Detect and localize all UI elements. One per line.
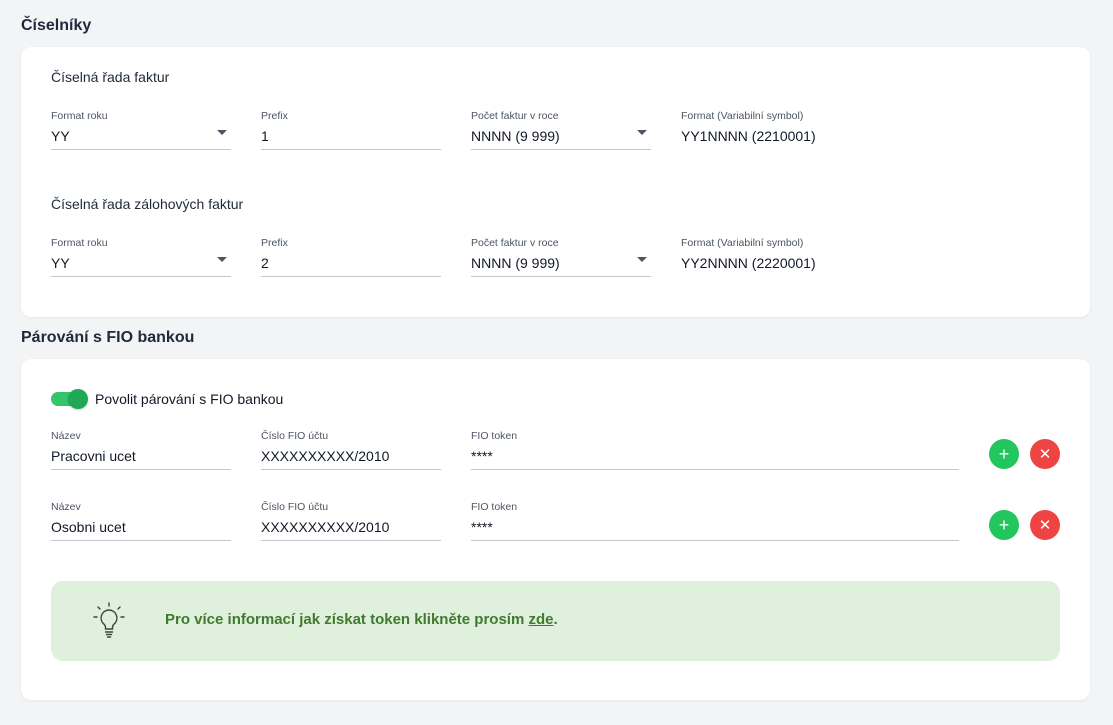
- plus-icon: +: [998, 515, 1010, 535]
- account-name-input[interactable]: Název Osobni ucet: [51, 501, 231, 541]
- info-message: Pro více informací jak získat token klik…: [165, 611, 529, 628]
- count-label: Počet faktur v roce: [471, 237, 559, 249]
- toggle-knob: [68, 389, 88, 409]
- remove-account-button[interactable]: ✕: [1030, 439, 1060, 469]
- add-account-button[interactable]: +: [989, 439, 1019, 469]
- invoice-prefix-input[interactable]: Prefix 1: [261, 110, 441, 150]
- fio-token-input[interactable]: FIO token ****: [471, 501, 959, 541]
- format-value: YY1NNNN (2210001): [681, 128, 816, 144]
- fio-token-label: FIO token: [471, 430, 518, 442]
- account-name-label: Název: [51, 501, 81, 513]
- info-suffix: .: [553, 611, 558, 628]
- advance-format-display: Format (Variabilní symbol) YY2NNNN (2220…: [681, 237, 901, 277]
- count-value: NNNN (9 999): [471, 255, 560, 271]
- fio-token-input[interactable]: FIO token ****: [471, 430, 959, 470]
- info-link[interactable]: zde: [528, 611, 553, 628]
- add-account-button[interactable]: +: [989, 510, 1019, 540]
- account-name-value: Osobni ucet: [51, 519, 126, 535]
- fio-pairing-toggle-label: Povolit párování s FIO bankou: [95, 391, 284, 407]
- advance-year-format-select[interactable]: Format roku YY: [51, 237, 231, 277]
- invoice-count-select[interactable]: Počet faktur v roce NNNN (9 999): [471, 110, 651, 150]
- close-icon: ✕: [1038, 445, 1052, 463]
- advance-prefix-input[interactable]: Prefix 2: [261, 237, 441, 277]
- chevron-down-icon: [637, 130, 647, 135]
- year-format-label: Format roku: [51, 110, 108, 122]
- account-number-label: Číslo FIO účtu: [261, 501, 329, 513]
- account-name-label: Název: [51, 430, 81, 442]
- account-number-value: XXXXXXXXXX/2010: [261, 519, 390, 535]
- fio-section-title: Párování s FIO bankou: [21, 329, 195, 346]
- year-format-value: YY: [51, 255, 70, 271]
- fio-card: Povolit párování s FIO bankou Název Prac…: [21, 359, 1090, 700]
- info-text: Pro více informací jak získat token klik…: [165, 611, 558, 628]
- invoice-series-title: Číselná řada faktur: [51, 69, 170, 85]
- format-label: Format (Variabilní symbol): [681, 237, 804, 249]
- invoice-year-format-select[interactable]: Format roku YY: [51, 110, 231, 150]
- chevron-down-icon: [637, 257, 647, 262]
- chevron-down-icon: [217, 257, 227, 262]
- plus-icon: +: [998, 444, 1010, 464]
- fio-token-label: FIO token: [471, 501, 518, 513]
- account-number-input[interactable]: Číslo FIO účtu XXXXXXXXXX/2010: [261, 430, 441, 470]
- account-name-input[interactable]: Název Pracovni ucet: [51, 430, 231, 470]
- close-icon: ✕: [1038, 516, 1052, 534]
- count-label: Počet faktur v roce: [471, 110, 559, 122]
- fio-token-value: ****: [471, 448, 493, 464]
- account-number-value: XXXXXXXXXX/2010: [261, 448, 390, 464]
- prefix-value: 2: [261, 255, 269, 271]
- prefix-label: Prefix: [261, 110, 288, 122]
- year-format-label: Format roku: [51, 237, 108, 249]
- fio-pairing-toggle[interactable]: [51, 389, 88, 409]
- numbering-section-title: Číselníky: [21, 17, 92, 34]
- count-value: NNNN (9 999): [471, 128, 560, 144]
- account-number-label: Číslo FIO účtu: [261, 430, 329, 442]
- advance-count-select[interactable]: Počet faktur v roce NNNN (9 999): [471, 237, 651, 277]
- format-label: Format (Variabilní symbol): [681, 110, 804, 122]
- invoice-format-display: Format (Variabilní symbol) YY1NNNN (2210…: [681, 110, 901, 150]
- advance-invoice-series-title: Číselná řada zálohových faktur: [51, 196, 244, 212]
- account-number-input[interactable]: Číslo FIO účtu XXXXXXXXXX/2010: [261, 501, 441, 541]
- account-name-value: Pracovni ucet: [51, 448, 136, 464]
- info-banner: Pro více informací jak získat token klik…: [51, 581, 1060, 661]
- prefix-label: Prefix: [261, 237, 288, 249]
- prefix-value: 1: [261, 128, 269, 144]
- chevron-down-icon: [217, 130, 227, 135]
- remove-account-button[interactable]: ✕: [1030, 510, 1060, 540]
- lightbulb-icon: [93, 602, 125, 638]
- year-format-value: YY: [51, 128, 70, 144]
- fio-token-value: ****: [471, 519, 493, 535]
- format-value: YY2NNNN (2220001): [681, 255, 816, 271]
- numbering-card: Číselná řada faktur Format roku YY Prefi…: [21, 47, 1090, 317]
